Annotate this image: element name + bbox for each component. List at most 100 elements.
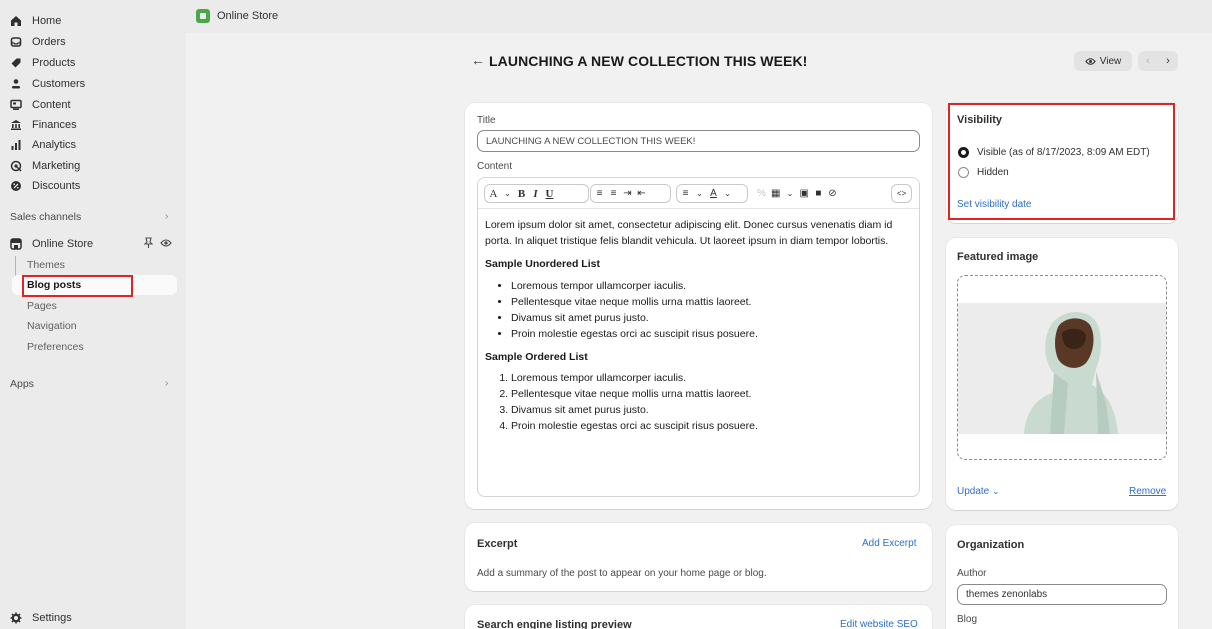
author-input[interactable]: themes zenonlabs [957,584,1167,605]
text-format-group: A ⌄ B I U [484,184,589,203]
view-button-label: View [1099,55,1122,67]
content-icon [10,99,22,111]
top-bar [186,0,1212,33]
indent-icon[interactable]: ⇥ [623,188,632,199]
sales-channels-label[interactable]: Sales channels [10,211,81,223]
blog-label: Blog [957,614,978,625]
edit-seo-link[interactable]: Edit website SEO [840,619,918,629]
previous-button[interactable]: ‹ [1138,51,1158,71]
sidebar-item-discounts[interactable]: Discounts [10,177,80,195]
update-image-dropdown[interactable]: Update ⌄ [957,486,1000,497]
sidebar-item-label: Customers [32,78,86,90]
remove-image-link[interactable]: Remove [1129,486,1166,497]
clear-format-icon[interactable]: ⊘ [828,188,837,199]
sidebar-item-content[interactable]: Content [10,96,71,114]
link-icon[interactable]: % [757,188,766,199]
target-icon [10,160,22,172]
bold-button[interactable]: B [517,188,526,200]
gear-icon [10,612,22,624]
home-icon [10,15,22,27]
top-bar-store-name[interactable]: Online Store [217,10,278,22]
bullet-list-icon[interactable]: ≡ [595,188,604,199]
store-icon [10,238,22,250]
italic-button[interactable]: I [531,188,540,200]
text-style-button[interactable]: A [489,188,498,200]
add-excerpt-link[interactable]: Add Excerpt [862,538,916,549]
pin-icon[interactable] [143,237,154,252]
body-paragraph: Lorem ipsum dolor sit amet, consectetur … [485,219,893,247]
numbered-list-icon[interactable]: ≡ [609,188,618,199]
insert-group: % ▦ ⌄ ▣ ■ ⊘ [752,184,856,203]
sidebar-item-settings[interactable]: Settings [10,609,72,627]
sidebar-item-customers[interactable]: Customers [10,75,85,93]
list-item: Proin molestie egestas orci ac suscipit … [511,326,905,342]
title-input[interactable]: LAUNCHING A NEW COLLECTION THIS WEEK! [477,130,920,152]
back-arrow-icon[interactable]: ← [471,52,485,68]
chevron-down-icon[interactable]: ⌄ [785,189,794,198]
list-group: ≡ ≡ ⇥ ⇤ [590,184,671,203]
person-icon [10,78,22,90]
sidebar-item-label: Marketing [32,160,81,172]
update-label: Update [957,486,990,497]
align-left-icon[interactable]: ≡ [681,188,690,199]
bank-icon [10,119,22,131]
outdent-icon[interactable]: ⇤ [637,188,646,199]
sidebar-subitem-themes[interactable]: Themes [27,256,65,274]
rich-text-editor[interactable]: A ⌄ B I U ≡ ≡ ⇥ ⇤ ≡ ⌄ A ⌄ % ▦ ⌄ ▣ ■ ⊘ <> [477,177,920,497]
chevron-down-icon[interactable]: ⌄ [695,189,704,198]
featured-image-dropzone[interactable] [957,275,1167,460]
blog-posts-highlight-box [22,275,133,297]
code-view-button[interactable]: <> [897,189,906,198]
source-group: <> [891,184,912,203]
pagination: ‹ › [1138,51,1178,71]
view-button[interactable]: View [1074,51,1132,71]
video-icon[interactable]: ■ [814,188,823,199]
sidebar-item-marketing[interactable]: Marketing [10,157,80,175]
eye-icon[interactable] [160,238,172,251]
text-color-button[interactable]: A [709,188,718,199]
page-title: LAUNCHING A NEW COLLECTION THIS WEEK! [489,53,808,69]
sidebar-item-online-store[interactable]: Online Store [10,235,93,253]
excerpt-card [465,523,932,591]
sidebar-item-home[interactable]: Home [10,12,61,30]
sidebar-subitem-preferences[interactable]: Preferences [27,338,84,356]
chevron-down-icon[interactable]: ⌄ [723,189,732,198]
title-label: Title [477,115,496,126]
chevron-right-icon[interactable]: › [165,378,168,389]
unordered-list: Loremous tempor ullamcorper iaculis. Pel… [485,278,905,342]
sidebar-item-products[interactable]: Products [10,54,75,72]
sidebar-subitem-navigation[interactable]: Navigation [27,317,77,335]
sidebar-item-label: Discounts [32,180,81,192]
content-label: Content [477,161,513,172]
chevron-down-icon: ⌄ [992,486,1000,496]
chevron-down-icon[interactable]: ⌄ [503,189,512,198]
list-item: Loremous tempor ullamcorper iaculis. [511,278,905,294]
person-photo [1024,312,1118,434]
list-item: Proin molestie egestas orci ac suscipit … [511,418,905,434]
unordered-list-heading: Sample Unordered List [485,258,600,270]
organization-title: Organization [957,539,1025,551]
sidebar-item-label: Orders [32,36,66,48]
sidebar-item-finances[interactable]: Finances [10,116,77,134]
sidebar-item-label: Online Store [32,238,94,250]
sidebar-item-label: Settings [32,612,72,624]
store-logo-icon [196,9,210,23]
sidebar-item-orders[interactable]: Orders [10,33,66,51]
chevron-right-icon[interactable]: › [165,211,168,222]
list-item: Pellentesque vitae neque mollis urna mat… [511,386,905,402]
list-item: Pellentesque vitae neque mollis urna mat… [511,294,905,310]
table-icon[interactable]: ▦ [771,188,780,199]
image-icon[interactable]: ▣ [799,188,808,199]
next-button[interactable]: › [1158,51,1178,71]
sidebar-item-label: Content [32,99,71,111]
apps-label[interactable]: Apps [10,378,34,390]
sidebar-item-label: Finances [32,119,77,131]
seo-title: Search engine listing preview [477,619,632,629]
sidebar-item-analytics[interactable]: Analytics [10,136,76,154]
editor-content[interactable]: Lorem ipsum dolor sit amet, consectetur … [485,218,905,434]
sidebar-item-label: Products [32,57,76,69]
discount-icon [10,180,22,192]
underline-button[interactable]: U [545,188,554,200]
sidebar-subitem-pages[interactable]: Pages [27,297,57,315]
excerpt-description: Add a summary of the post to appear on y… [477,568,767,579]
